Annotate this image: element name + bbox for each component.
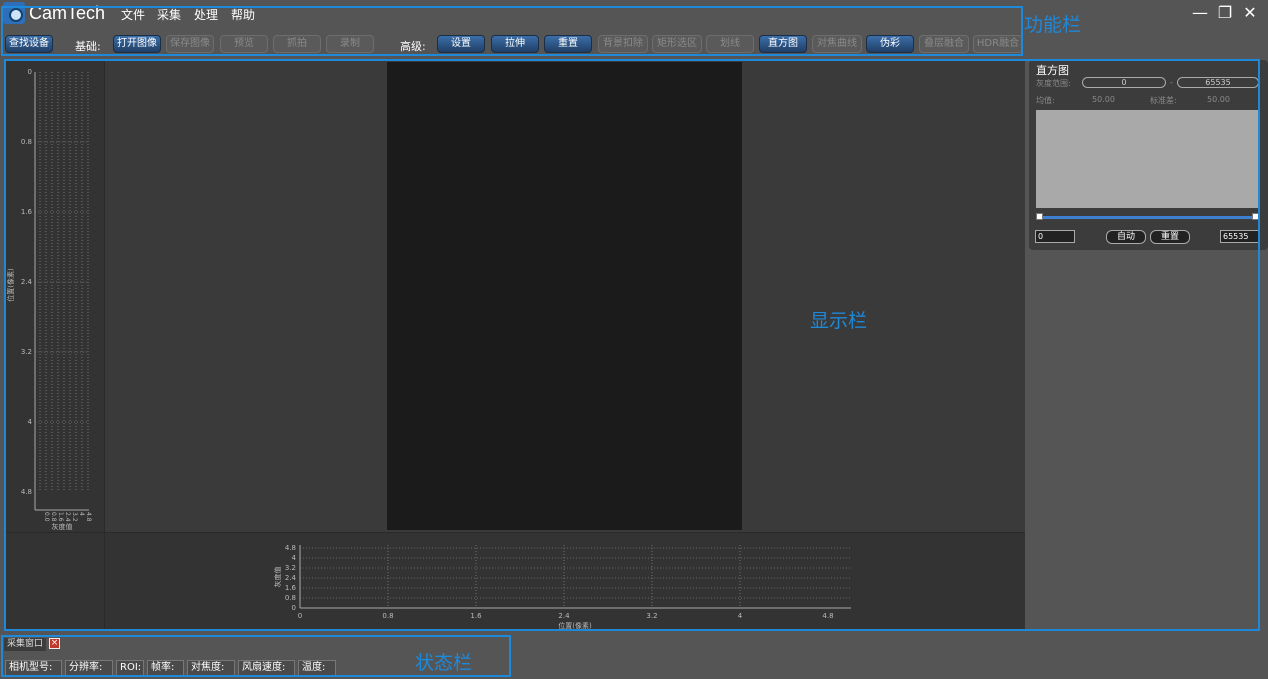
function-bar-outline [1, 6, 1023, 56]
close-icon[interactable]: ✕ [1240, 3, 1260, 23]
display-bar-outline [4, 59, 1260, 631]
restore-icon[interactable]: ❐ [1215, 3, 1235, 23]
status-bar-label: 状态栏 [415, 652, 473, 674]
minimize-icon[interactable]: — [1190, 3, 1210, 23]
display-bar-label: 显示栏 [810, 310, 868, 332]
function-bar-label: 功能栏 [1024, 14, 1082, 36]
